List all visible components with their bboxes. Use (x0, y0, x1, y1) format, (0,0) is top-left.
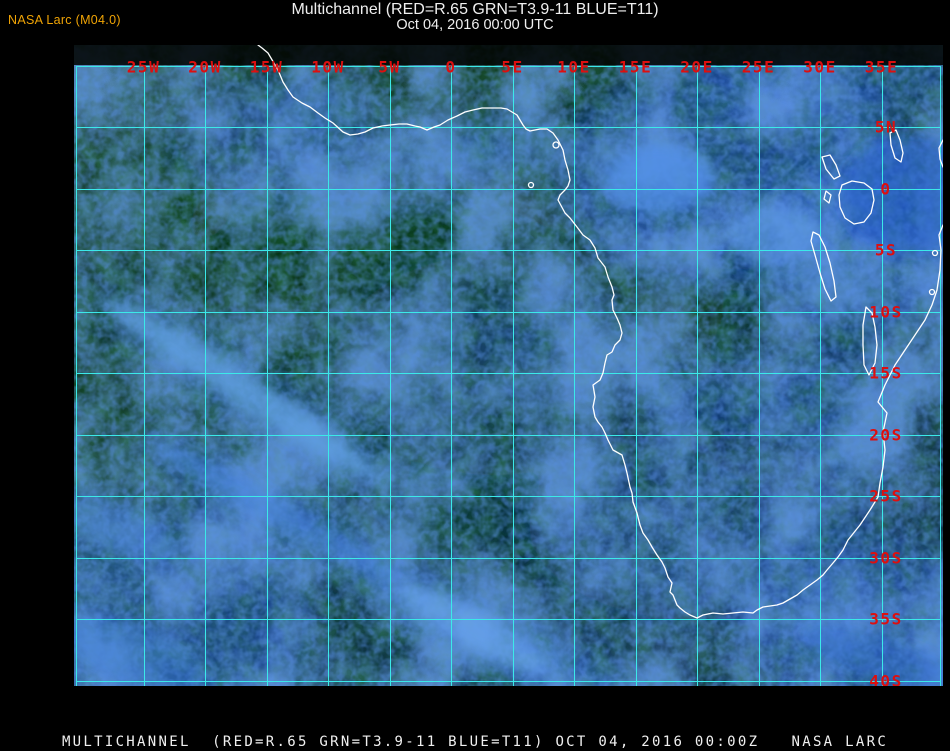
satellite-map: 25W 20W 15W 10W 5W 0 5E 10E 15E 20E 25E 30E 35E 5N 0 5S… (74, 45, 943, 686)
longitude-label: 25E (741, 57, 776, 76)
longitude-label: 20E (680, 57, 714, 76)
latitude-label: 5N (874, 117, 898, 137)
satellite-product-page: NASA Larc (M04.0) Multichannel (RED=R.65… (0, 0, 950, 750)
longitude-label: 25W (126, 57, 161, 76)
longitude-label: 5W (378, 57, 401, 76)
page-title: Multichannel (RED=R.65 GRN=T3.9-11 BLUE=… (291, 1, 659, 18)
longitude-label: 15E (618, 57, 653, 76)
latitude-label: 10S (869, 302, 903, 321)
latitude-label: 0 (880, 179, 892, 198)
latitude-label: 5S (874, 240, 898, 260)
grid-labels: 25W 20W 15W 10W 5W 0 5E 10E 15E 20E 25E 30E 35E 5N 0 5S… (74, 45, 943, 686)
latitude-label: 15S (869, 363, 903, 383)
latitude-label: 40S (869, 671, 903, 686)
latitude-label: 20S (869, 425, 903, 444)
latitude-label: 35S (869, 609, 903, 629)
bottom-caption: MULTICHANNEL (RED=R.65 GRN=T3.9-11 BLUE=… (61, 734, 889, 750)
latitude-label: 30S (869, 548, 903, 567)
longitude-label: 5E (501, 57, 524, 76)
longitude-label: 35E (864, 57, 899, 76)
longitude-label: 10E (557, 57, 591, 76)
timestamp: Oct 04, 2016 00:00 UTC (396, 17, 554, 33)
longitude-label: 20W (188, 57, 222, 76)
longitude-label: 15W (249, 57, 284, 76)
footer: MULTICHANNEL (RED=R.65 GRN=T3.9-11 BLUE=… (0, 733, 950, 751)
longitude-label: 30E (803, 57, 837, 76)
longitude-label: 0 (445, 57, 457, 76)
header: Multichannel (RED=R.65 GRN=T3.9-11 BLUE=… (0, 1, 950, 33)
latitude-label: 25S (869, 486, 903, 506)
longitude-label: 10W (311, 57, 345, 76)
